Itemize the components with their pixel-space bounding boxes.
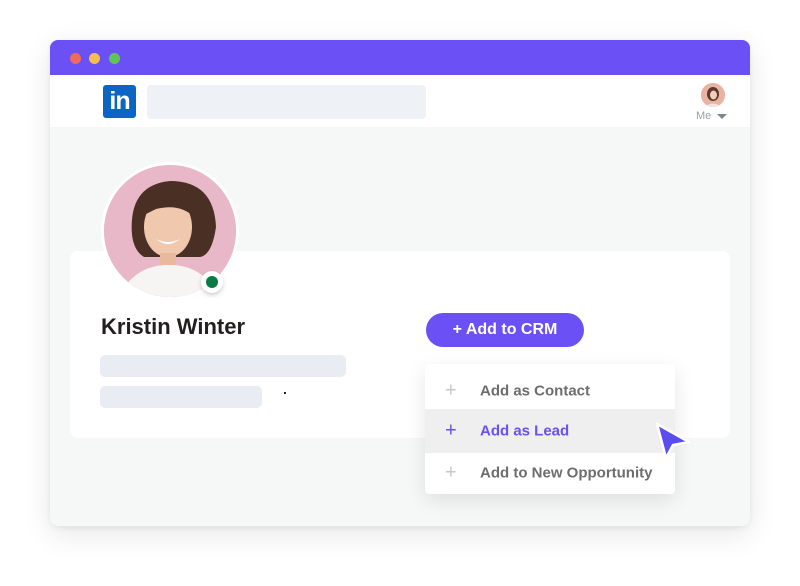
me-menu-label[interactable]: Me bbox=[696, 110, 711, 122]
plus-icon: + bbox=[445, 379, 457, 402]
window-titlebar bbox=[50, 40, 750, 75]
add-to-crm-button[interactable]: + Add to CRM bbox=[426, 313, 584, 347]
menu-item-add-as-contact[interactable]: + Add as Contact bbox=[425, 369, 675, 413]
plus-icon: + bbox=[445, 419, 457, 442]
mouse-cursor-icon bbox=[653, 420, 693, 467]
plus-icon: + bbox=[445, 461, 457, 484]
search-input[interactable] bbox=[147, 85, 426, 119]
minimize-window-button[interactable] bbox=[89, 53, 100, 64]
online-status-indicator bbox=[201, 271, 223, 293]
separator-dot bbox=[284, 392, 286, 394]
menu-item-label: Add as Lead bbox=[480, 422, 570, 440]
menu-item-add-to-new-opportunity[interactable]: + Add to New Opportunity bbox=[425, 451, 675, 495]
menu-item-label: Add to New Opportunity bbox=[480, 464, 653, 482]
menu-item-add-as-lead[interactable]: + Add as Lead bbox=[425, 409, 675, 453]
location-placeholder bbox=[100, 386, 262, 408]
headline-placeholder bbox=[100, 355, 346, 377]
close-window-button[interactable] bbox=[70, 53, 81, 64]
linkedin-navbar: in Me bbox=[50, 75, 750, 127]
linkedin-logo-icon[interactable]: in bbox=[103, 85, 136, 118]
menu-item-label: Add as Contact bbox=[480, 382, 591, 400]
browser-window: in Me Kristin Winter + Add to CRM + Add … bbox=[50, 40, 750, 526]
crm-dropdown-menu: + Add as Contact + Add as Lead + Add to … bbox=[425, 364, 675, 494]
me-avatar[interactable] bbox=[701, 83, 725, 107]
chevron-down-icon[interactable] bbox=[717, 114, 727, 119]
maximize-window-button[interactable] bbox=[109, 53, 120, 64]
profile-name: Kristin Winter bbox=[101, 314, 246, 339]
